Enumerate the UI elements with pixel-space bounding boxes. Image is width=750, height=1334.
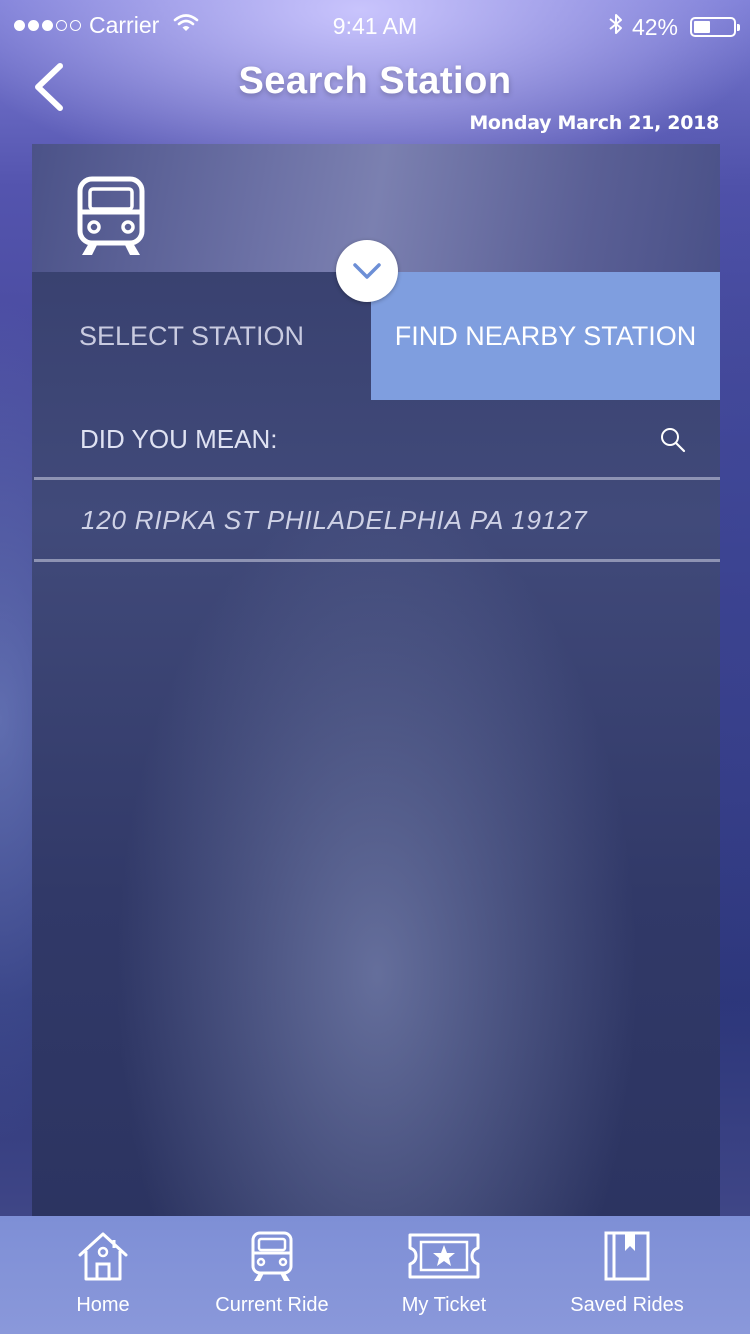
tab-select-station-label: SELECT STATION (79, 320, 305, 351)
nav-home[interactable]: Home (48, 1216, 158, 1334)
bookmark-icon (603, 1230, 651, 1282)
divider (34, 477, 720, 480)
divider (34, 559, 720, 562)
battery-icon (690, 17, 740, 37)
ticket-icon (407, 1230, 481, 1282)
page-date: Monday March 21, 2018 (469, 112, 719, 134)
search-row: DID YOU MEAN: (32, 400, 720, 478)
result-address: 120 RIPKA ST PHILADELPHIA PA 19127 (81, 504, 588, 535)
train-icon (77, 176, 147, 261)
toggle-panel-button[interactable] (336, 240, 398, 302)
status-right: 42% (608, 12, 740, 42)
nav-saved-rides[interactable]: Saved Rides (562, 1216, 692, 1334)
tab-find-nearby-label: FIND NEARBY STATION (394, 320, 697, 351)
search-icon[interactable] (659, 426, 687, 459)
nav-home-label: Home (76, 1294, 130, 1316)
status-bar: Carrier 9:41 AM 42% (0, 0, 750, 50)
nav-saved-rides-label: Saved Rides (570, 1294, 684, 1316)
battery-percent: 42% (631, 13, 678, 40)
tab-select-station[interactable]: SELECT STATION (32, 272, 371, 400)
train-icon (250, 1230, 294, 1282)
battery-level-fill (694, 21, 710, 33)
tab-find-nearby-station[interactable]: FIND NEARBY STATION (371, 272, 720, 400)
nav-my-ticket-label: My Ticket (401, 1294, 487, 1316)
chevron-down-icon (353, 263, 381, 279)
search-label: DID YOU MEAN: (80, 423, 278, 454)
page-title: Search Station (238, 60, 512, 102)
bluetooth-icon (608, 12, 624, 42)
station-search-card: SELECT STATION FIND NEARBY STATION DID Y… (32, 144, 720, 1216)
nav-current-ride[interactable]: Current Ride (205, 1216, 339, 1334)
nav-current-ride-label: Current Ride (215, 1294, 329, 1316)
list-item[interactable]: 120 RIPKA ST PHILADELPHIA PA 19127 (32, 481, 720, 559)
nav-my-ticket[interactable]: My Ticket (384, 1216, 504, 1334)
home-icon (77, 1230, 129, 1282)
bottom-tab-bar: Home Current Ride My Ticket Saved Rides (0, 1216, 750, 1334)
